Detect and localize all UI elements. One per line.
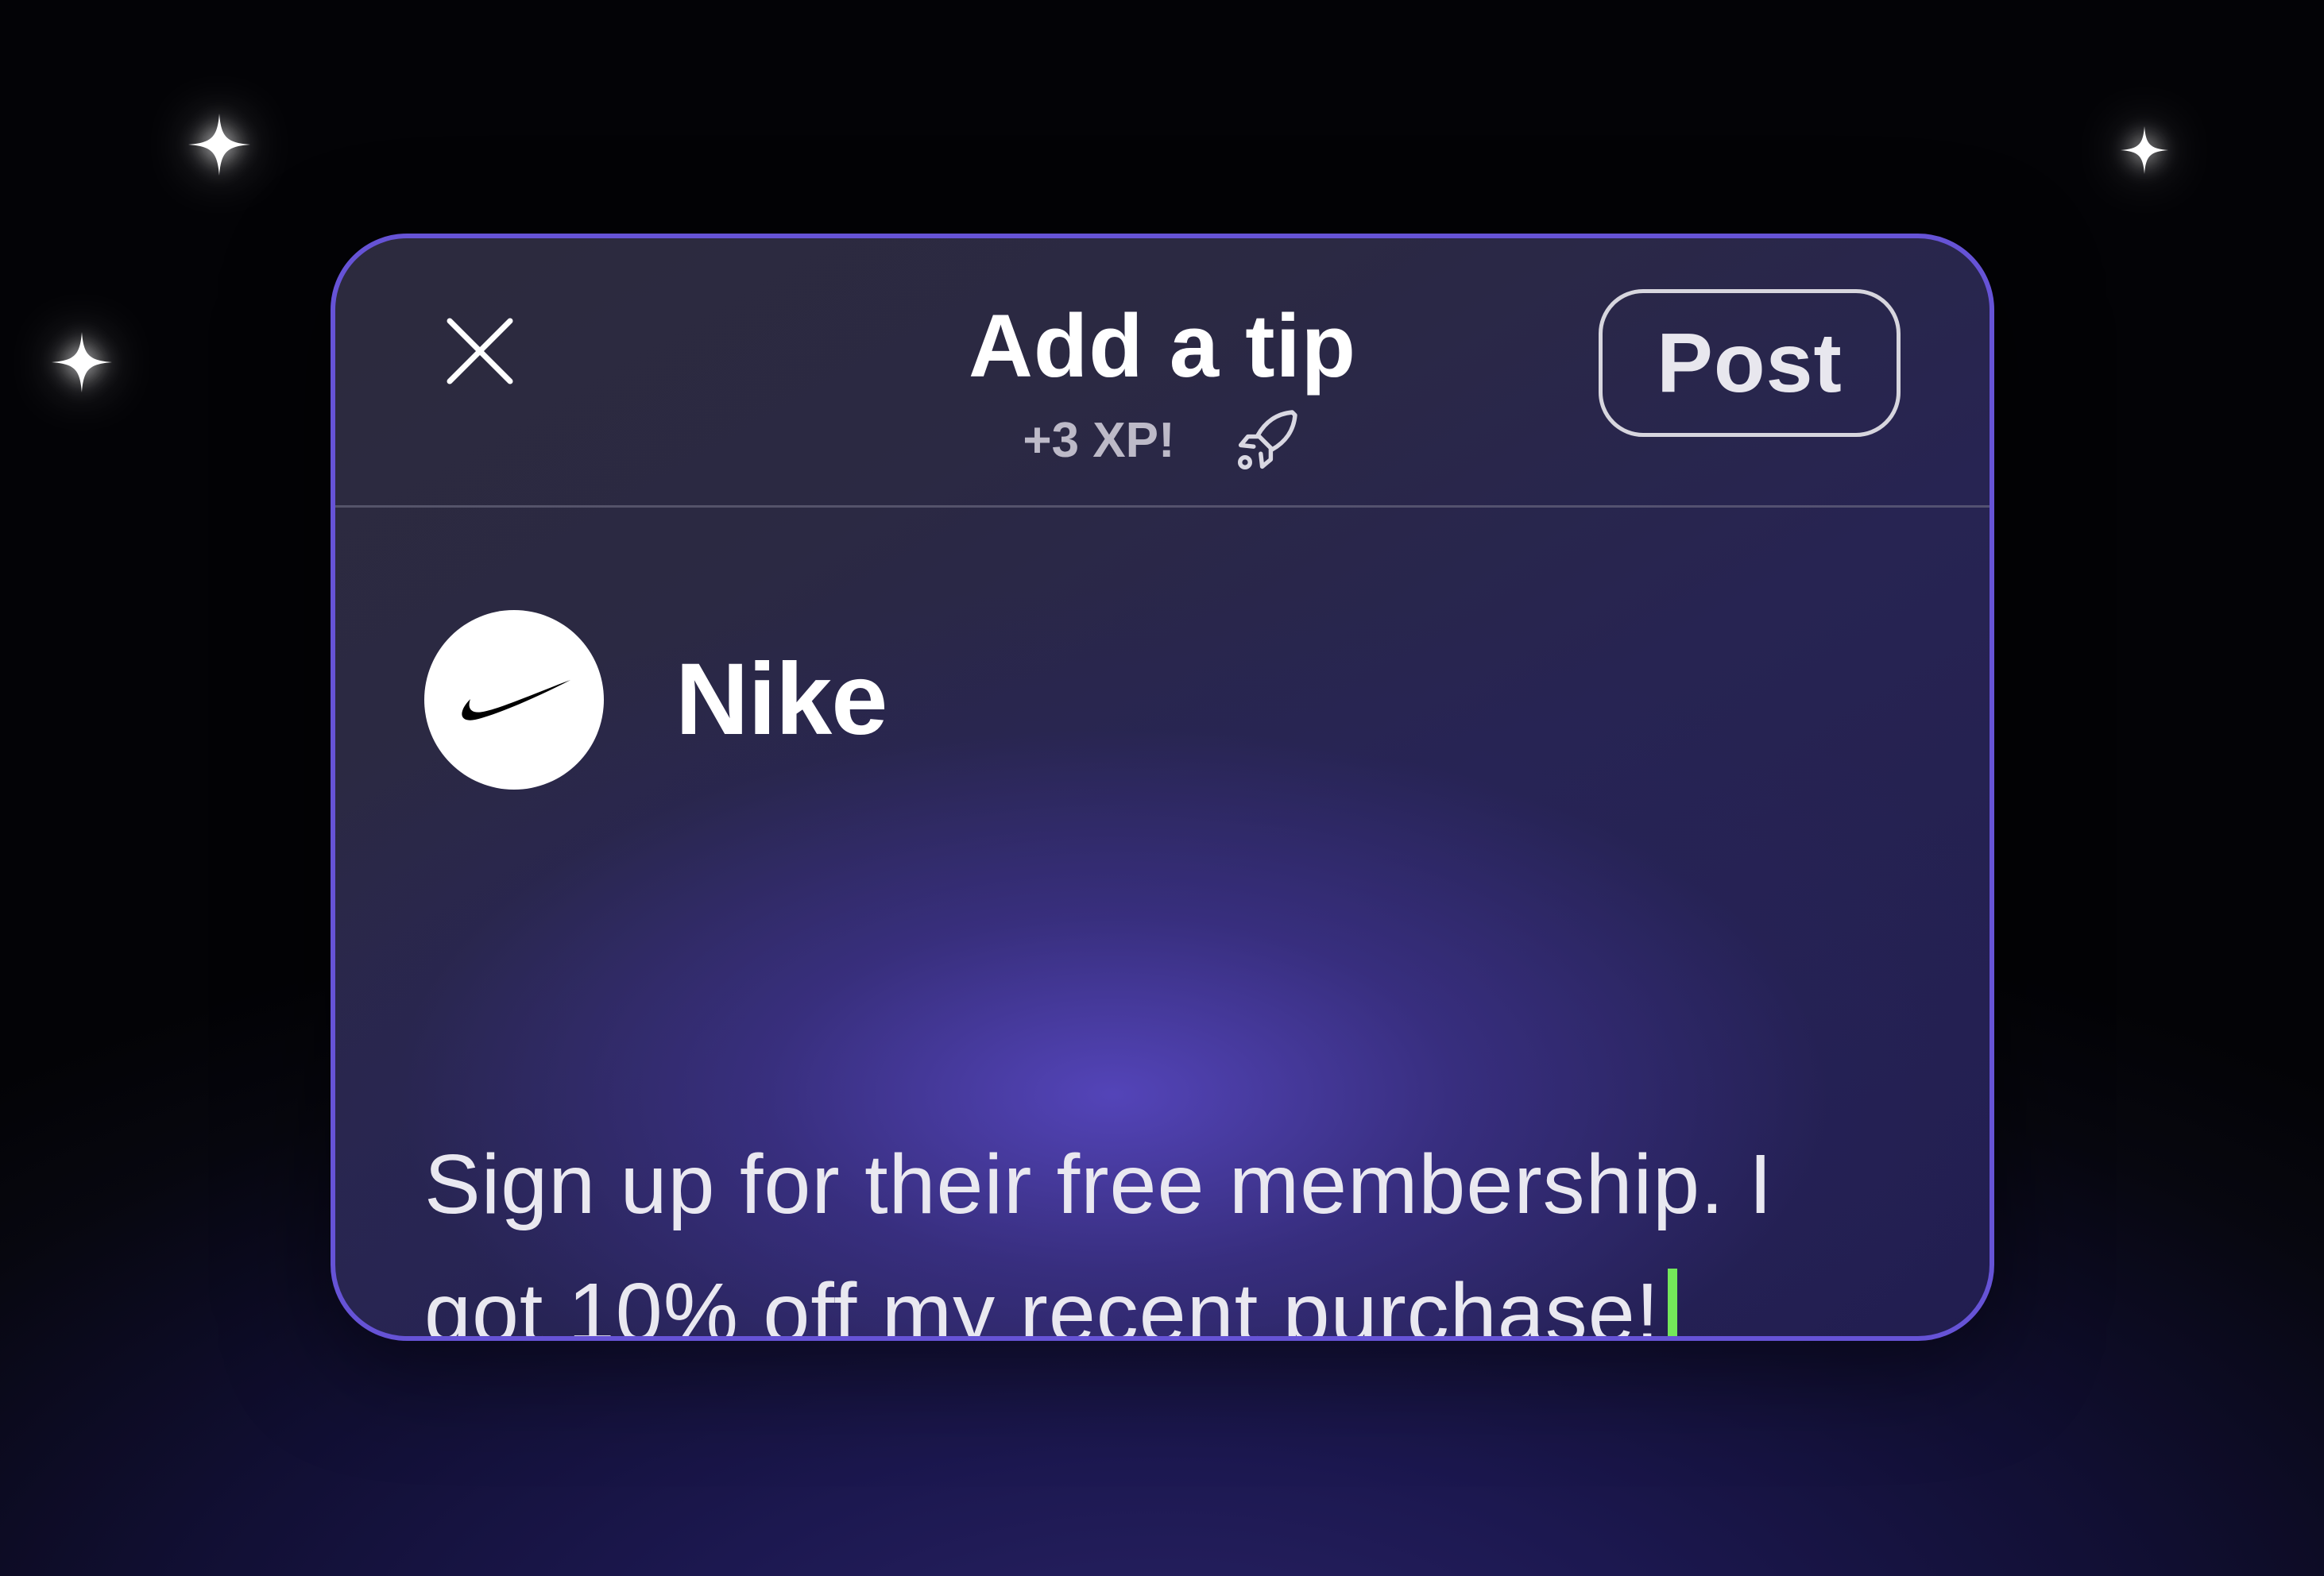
tip-input[interactable]: Sign up for their free membership. I got… [424, 1120, 1934, 1341]
dialog-header: Add a tip +3 XP! Post [335, 238, 1990, 508]
sparkle-icon [2121, 126, 2168, 174]
text-cursor [1668, 1269, 1678, 1336]
tip-text-line: Sign up for their free membership. I [424, 1138, 1773, 1231]
post-button[interactable]: Post [1599, 289, 1901, 437]
brand-row: Nike [424, 610, 887, 790]
sparkle-icon [188, 114, 250, 176]
brand-name: Nike [675, 643, 887, 756]
rocket-icon [1237, 410, 1297, 469]
brand-logo [424, 610, 604, 790]
nike-swoosh-icon [462, 680, 570, 720]
add-tip-dialog: Add a tip +3 XP! Post Nike Sign up for t… [331, 234, 1994, 1341]
sparkle-icon [52, 332, 112, 392]
tip-text-line: got 10% off my recent purchase! [424, 1266, 1661, 1341]
xp-reward-label: +3 XP! [1023, 413, 1175, 468]
tip-text-line-2: got 10% off my recent purchase! [424, 1249, 1934, 1341]
